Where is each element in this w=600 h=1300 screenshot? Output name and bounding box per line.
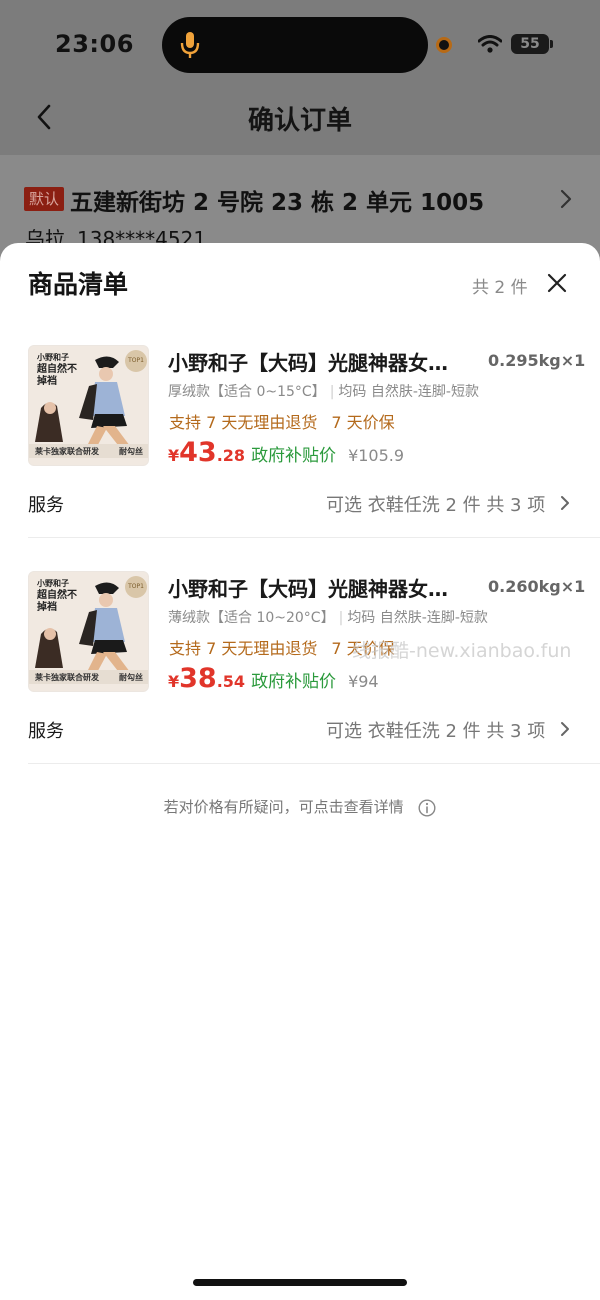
price-hint-text: 若对价格有所疑问，可点击查看详情 xyxy=(163,798,404,816)
currency-symbol: ¥ xyxy=(168,672,180,691)
status-time: 23:06 xyxy=(55,30,134,58)
price-decimal: .54 xyxy=(216,672,246,691)
thumb-bar-right: 耐勾丝 xyxy=(119,447,143,456)
price-hint[interactable]: 若对价格有所疑问，可点击查看详情 xyxy=(0,796,600,817)
item-count: 共 2 件 xyxy=(472,278,528,298)
status-bar: 23:06 55 xyxy=(0,0,600,90)
spec-a: 厚绒款【适合 0~15°C】 xyxy=(168,384,326,400)
subsidy-label: 政府补贴价 xyxy=(251,446,337,466)
address-line: 五建新街坊 2 号院 23 栋 2 单元 1005 xyxy=(70,190,485,216)
product-image[interactable]: 小野和子 超自然不掉裆 TOP1 莱卡独家联合研发 耐勾丝 xyxy=(28,345,149,466)
product-weight: 0.295kg×1 xyxy=(488,351,586,370)
thumb-slogan: 超自然不掉裆 xyxy=(37,364,77,387)
thumb-bar-right: 耐勾丝 xyxy=(119,673,143,682)
thumb-bar-left: 莱卡独家联合研发 xyxy=(35,447,99,456)
promo-return: 支持 7 天无理由退货 xyxy=(169,639,318,658)
privacy-indicator-icon xyxy=(436,37,452,53)
price-integer: 43 xyxy=(179,437,217,468)
home-indicator[interactable] xyxy=(193,1279,407,1286)
product-spec: 厚绒款【适合 0~15°C】 | 均码 自然肤-连脚-短款 xyxy=(168,381,479,401)
spec-b: 均码 自然肤-连脚-短款 xyxy=(347,610,488,626)
original-price: ¥94 xyxy=(348,672,379,691)
thumb-slogan: 超自然不掉裆 xyxy=(37,590,77,613)
nav-bar: 确认订单 xyxy=(0,90,600,144)
thumb-brand: 小野和子 xyxy=(37,579,69,588)
default-address-badge: 默认 xyxy=(24,187,65,211)
watermark-text: 线报酷-new.xianbao.fun xyxy=(352,640,572,662)
thumb-bar-left: 莱卡独家联合研发 xyxy=(35,673,99,682)
thumb-brand: 小野和子 xyxy=(37,353,69,362)
chevron-right-icon[interactable] xyxy=(560,495,570,511)
service-value[interactable]: 可选 衣鞋任洗 2 件 共 3 项 xyxy=(326,717,545,743)
info-icon[interactable] xyxy=(418,798,436,817)
wifi-icon xyxy=(478,35,502,53)
service-label: 服务 xyxy=(28,495,64,516)
spec-separator: | xyxy=(338,610,344,626)
spec-a: 薄绒款【适合 10~20°C】 xyxy=(168,610,335,626)
page-title: 确认订单 xyxy=(247,106,352,136)
thumb-badge: TOP1 xyxy=(125,576,147,598)
sheet-title: 商品清单 xyxy=(28,270,129,299)
promo-price-protect: 7 天价保 xyxy=(331,413,395,432)
product-promo: 支持 7 天无理由退货 7 天价保 xyxy=(169,409,409,433)
close-icon[interactable] xyxy=(547,273,567,293)
product-name[interactable]: 小野和子【大码】光腿神器女… xyxy=(168,573,468,602)
mic-icon xyxy=(180,32,200,58)
spec-b: 均码 自然肤-连脚-短款 xyxy=(338,384,479,400)
product-list-sheet: 商品清单 共 2 件 小野和子 超自然不掉裆 TOP1 莱卡独家联合研发 耐勾丝… xyxy=(0,243,600,1300)
original-price: ¥105.9 xyxy=(348,446,405,465)
chevron-right-icon[interactable] xyxy=(560,721,570,737)
currency-symbol: ¥ xyxy=(168,446,180,465)
service-value[interactable]: 可选 衣鞋任洗 2 件 共 3 项 xyxy=(326,491,545,517)
dynamic-island xyxy=(162,17,428,73)
product-image[interactable]: 小野和子 超自然不掉裆 TOP1 莱卡独家联合研发 耐勾丝 xyxy=(28,571,149,692)
promo-return: 支持 7 天无理由退货 xyxy=(169,413,318,432)
divider xyxy=(28,537,600,538)
divider xyxy=(28,763,600,764)
service-label: 服务 xyxy=(28,721,64,742)
price-decimal: .28 xyxy=(216,446,246,465)
product-name[interactable]: 小野和子【大码】光腿神器女… xyxy=(168,347,468,376)
thumb-badge: TOP1 xyxy=(125,350,147,372)
battery-icon: 55 xyxy=(511,34,549,54)
battery-tip xyxy=(550,40,553,48)
product-weight: 0.260kg×1 xyxy=(488,577,586,596)
product-price: ¥43.28 政府补贴价 ¥105.9 xyxy=(168,437,404,471)
subsidy-label: 政府补贴价 xyxy=(251,672,337,692)
chevron-right-icon xyxy=(560,189,572,209)
price-integer: 38 xyxy=(179,663,217,694)
spec-separator: | xyxy=(329,384,335,400)
product-price: ¥38.54 政府补贴价 ¥94 xyxy=(168,663,379,697)
product-spec: 薄绒款【适合 10~20°C】 | 均码 自然肤-连脚-短款 xyxy=(168,607,488,627)
